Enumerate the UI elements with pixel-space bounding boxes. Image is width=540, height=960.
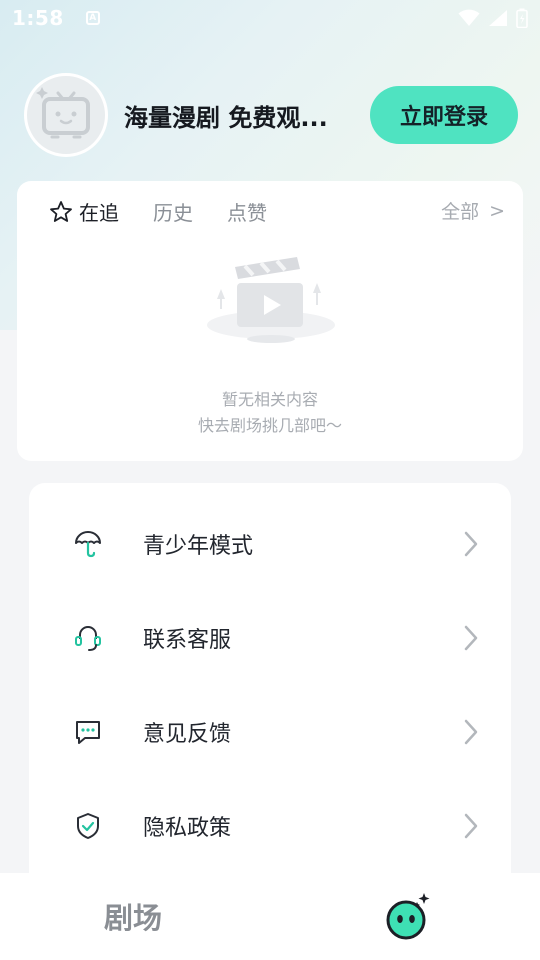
star-icon (50, 200, 72, 222)
tab-following-label: 在追 (79, 201, 119, 225)
umbrella-icon (73, 529, 103, 559)
chevron-right-icon (464, 719, 478, 745)
headset-icon (73, 623, 103, 653)
menu-item-label: 隐私政策 (143, 816, 232, 841)
menu-item-privacy-policy[interactable]: 隐私政策 (29, 796, 511, 856)
tab-likes[interactable]: 点赞 (227, 197, 267, 226)
status-time: 1:58 (12, 6, 64, 30)
login-button[interactable]: 立即登录 (370, 86, 518, 144)
nav-tab-theater[interactable]: 剧场 (104, 895, 162, 937)
bottom-nav: 剧场 (0, 873, 540, 960)
tab-history[interactable]: 历史 (153, 197, 193, 226)
slogan-text: 海量漫剧 免费观... (124, 103, 328, 132)
menu-item-label: 青少年模式 (143, 534, 254, 559)
mascot-face-icon[interactable] (382, 891, 434, 943)
shield-check-icon (73, 811, 103, 841)
settings-menu-card: 青少年模式 联系客服 意见反馈 隐私政策 (29, 483, 511, 903)
watch-tabs: 在追 历史 点赞 (49, 197, 301, 226)
message-dots-icon (73, 717, 103, 747)
chevron-right-icon (464, 813, 478, 839)
profile-row: 海量漫剧 免费观... 立即登录 (24, 72, 518, 158)
view-all-link[interactable]: 全部 > (441, 197, 505, 224)
tab-history-label: 历史 (153, 201, 193, 225)
empty-state-subtitle: 快去剧场挑几部吧～ (197, 416, 342, 435)
chevron-right-icon (464, 625, 478, 651)
view-all-arrow: > (489, 199, 505, 222)
clapperboard-play-icon (207, 257, 335, 343)
wifi-icon (458, 9, 480, 26)
menu-item-label: 联系客服 (143, 628, 232, 653)
menu-item-teen-mode[interactable]: 青少年模式 (29, 514, 511, 574)
tab-following[interactable]: 在追 (49, 197, 119, 226)
status-icons (458, 8, 528, 28)
notification-badge: A (85, 11, 100, 25)
watch-list-card: 在追 历史 点赞 全部 > 暂无相关内容 快去剧场挑几部吧～ (17, 181, 523, 461)
view-all-label: 全部 (441, 201, 480, 223)
tab-likes-label: 点赞 (227, 201, 267, 225)
menu-item-label: 意见反馈 (143, 722, 232, 747)
empty-state-title: 暂无相关内容 (221, 390, 318, 409)
battery-icon (516, 8, 528, 28)
tv-robot-avatar-icon (36, 87, 90, 139)
menu-item-customer-service[interactable]: 联系客服 (29, 608, 511, 668)
status-bar: 1:58 A (0, 0, 540, 36)
chevron-right-icon (464, 531, 478, 557)
menu-item-feedback[interactable]: 意见反馈 (29, 702, 511, 762)
avatar[interactable] (24, 73, 108, 157)
signal-icon (489, 10, 507, 26)
